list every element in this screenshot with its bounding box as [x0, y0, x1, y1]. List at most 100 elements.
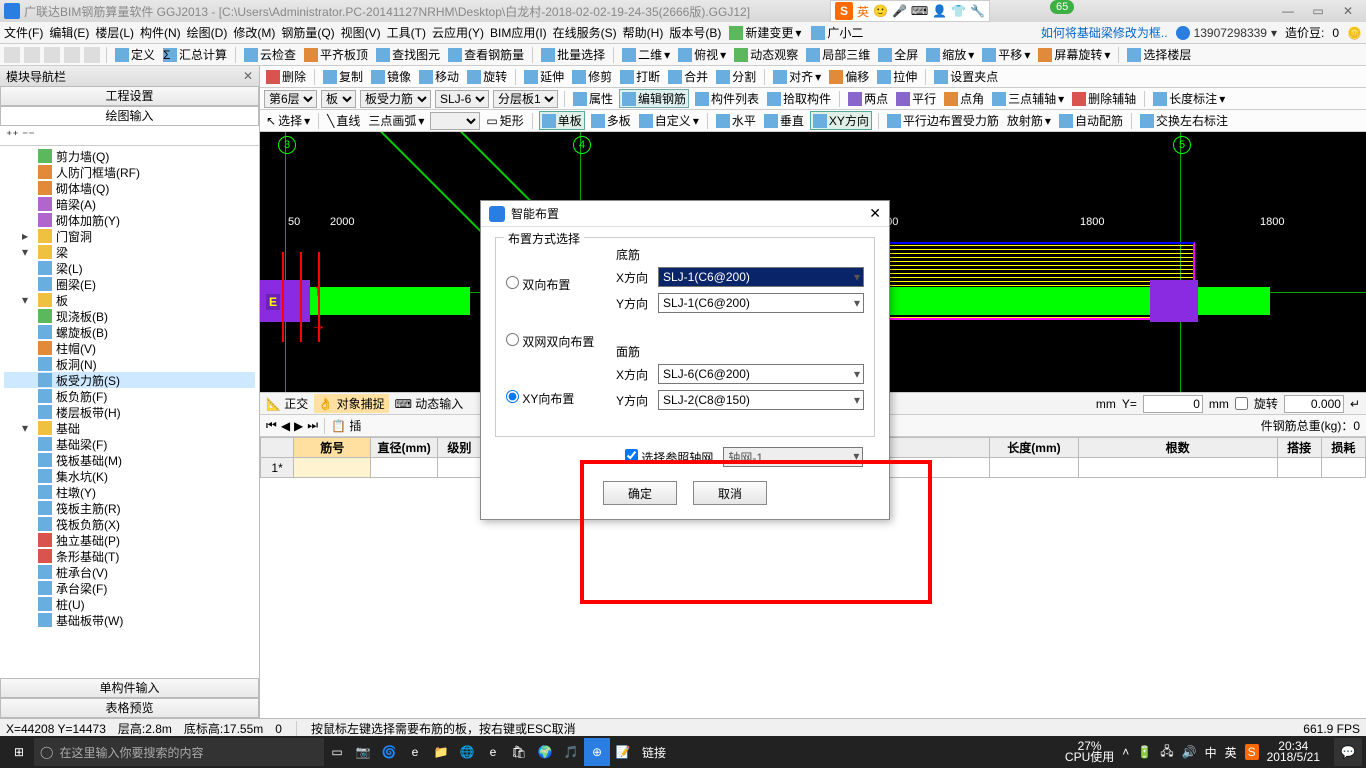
fixpoint-button[interactable]: 设置夹点 [932, 68, 1000, 85]
offset-button[interactable]: 偏移 [827, 68, 871, 85]
tree-item[interactable]: 螺旋板(B) [4, 324, 255, 340]
tree-item[interactable]: 独立基础(P) [4, 532, 255, 548]
tab-table-preview[interactable]: 表格预览 [0, 698, 259, 718]
break-button[interactable]: 打断 [618, 68, 662, 85]
nav-tree[interactable]: 剪力墙(Q)人防门框墙(RF)砌体墙(Q)暗梁(A)砌体加筋(Y) ▸门窗洞▾梁… [0, 146, 259, 678]
tree-folder[interactable]: ▾基础 [4, 420, 255, 436]
minimize-button[interactable]: — [1274, 2, 1302, 20]
ime-toolbar[interactable]: S 英 🙂 🎤 ⌨ 👤 👕 🔧 [830, 0, 990, 22]
subcategory-select[interactable]: 板受力筋 [360, 90, 431, 108]
new-change-button[interactable]: 新建变更▾ [727, 24, 803, 41]
col-length[interactable]: 长度(mm) [990, 438, 1078, 458]
horiz-button[interactable]: 水平 [714, 112, 758, 129]
menu-cloud[interactable]: 云应用(Y) [432, 24, 484, 41]
dyn-input-toggle[interactable]: ⌨ 动态输入 [395, 395, 464, 412]
expand-all-icon[interactable]: ⁺⁺ [6, 128, 19, 142]
insert-button[interactable]: 📋 插 [331, 417, 361, 434]
custom-button[interactable]: 自定义▾ [637, 112, 701, 129]
prev-icon[interactable]: ◀ [281, 419, 290, 433]
menu-file[interactable]: 文件(F) [4, 24, 43, 41]
tree-item[interactable]: 筏板主筋(R) [4, 500, 255, 516]
flat-top-button[interactable]: 平齐板顶 [302, 46, 370, 63]
draw-blank-select[interactable] [430, 112, 480, 130]
ime-skin-icon[interactable]: 👕 [951, 4, 966, 18]
tree-item[interactable]: 基础梁(F) [4, 436, 255, 452]
dim-length-button[interactable]: 长度标注▾ [1151, 90, 1227, 107]
stretch-button[interactable]: 拉伸 [875, 68, 919, 85]
taskbar-app-store[interactable]: 🛍 [506, 738, 532, 766]
nav-close-icon[interactable]: ✕ [243, 69, 253, 83]
tree-item[interactable]: 柱墩(Y) [4, 484, 255, 500]
component-list-button[interactable]: 构件列表 [693, 90, 761, 107]
rotate-value-input[interactable] [1284, 395, 1344, 413]
pan-button[interactable]: 平移▾ [980, 46, 1032, 63]
ortho-toggle[interactable]: 📐 正交 [266, 395, 308, 412]
last-icon[interactable]: ⏭ [307, 418, 318, 433]
fullscreen-button[interactable]: 全屏 [876, 46, 920, 63]
tray-notifications-icon[interactable]: 💬 [1334, 738, 1362, 766]
ime-mic-icon[interactable]: 🎤 [892, 4, 907, 18]
select-floor-button[interactable]: 选择楼层 [1125, 46, 1193, 63]
open-icon[interactable] [24, 47, 40, 63]
pick-component-button[interactable]: 拾取构件 [765, 90, 833, 107]
undo-icon[interactable] [64, 47, 80, 63]
rotate-button[interactable]: 旋转 [465, 68, 509, 85]
view-top-button[interactable]: 俯视▾ [676, 46, 728, 63]
menu-edit[interactable]: 编辑(E) [49, 24, 89, 41]
ref-grid-combo[interactable]: 轴网-1▾ [723, 447, 863, 467]
tree-folder[interactable]: ▸门窗洞 [4, 228, 255, 244]
coord-y-input[interactable] [1143, 395, 1203, 413]
point-angle-button[interactable]: 点角 [942, 90, 986, 107]
edit-rebar-button[interactable]: 编辑钢筋 [619, 89, 689, 108]
tree-item[interactable]: 板负筋(F) [4, 388, 255, 404]
taskbar-app-explorer[interactable]: 📁 [428, 738, 454, 766]
trim-button[interactable]: 修剪 [570, 68, 614, 85]
ime-user-icon[interactable]: 👤 [932, 4, 947, 18]
tray-up-icon[interactable]: ˄ [1122, 745, 1129, 759]
menu-tool[interactable]: 工具(T) [387, 24, 426, 41]
tree-item[interactable]: 基础板带(W) [4, 612, 255, 628]
tree-item[interactable]: 人防门框墙(RF) [4, 164, 255, 180]
taskbar-app-camera[interactable]: 📷 [350, 738, 376, 766]
properties-button[interactable]: 属性 [571, 90, 615, 107]
tray-volume-icon[interactable]: 🔊 [1182, 745, 1197, 759]
start-button[interactable]: ⊞ [4, 738, 34, 766]
menu-component[interactable]: 构件(N) [140, 24, 181, 41]
component-name-select[interactable]: SLJ-6 [435, 90, 489, 108]
swap-dim-button[interactable]: 交换左右标注 [1138, 112, 1230, 129]
dialog-close-button[interactable]: ✕ [869, 205, 881, 222]
opt-xy-direction[interactable]: XY向布置 [506, 390, 616, 407]
tree-item[interactable]: 圈梁(E) [4, 276, 255, 292]
expand-icon[interactable]: ▾ [22, 245, 34, 259]
tree-item[interactable]: 暗梁(A) [4, 196, 255, 212]
maximize-button[interactable]: ▭ [1304, 2, 1332, 20]
tray-sogou-icon[interactable]: S [1245, 744, 1259, 760]
edge-layout-button[interactable]: 平行边布置受力筋 [885, 112, 1001, 129]
tree-item[interactable]: 承台梁(F) [4, 580, 255, 596]
taskbar-app-globe[interactable]: 🌍 [532, 738, 558, 766]
tree-folder[interactable]: ▾梁 [4, 244, 255, 260]
top-x-combo[interactable]: SLJ-6(C6@200)▾ [658, 364, 864, 384]
tab-drawing[interactable]: 绘图输入 [0, 106, 259, 126]
tray-clock[interactable]: 20:342018/5/21 [1267, 741, 1320, 763]
cancel-button[interactable]: 取消 [693, 481, 767, 505]
tree-folder[interactable]: ▾板 [4, 292, 255, 308]
merge-button[interactable]: 合并 [666, 68, 710, 85]
ref-grid-checkbox[interactable]: 选择参照轴网 [625, 449, 713, 466]
bottom-y-combo[interactable]: SLJ-1(C6@200)▾ [658, 293, 864, 313]
tree-item[interactable]: 条形基础(T) [4, 548, 255, 564]
local-3d-button[interactable]: 局部三维 [804, 46, 872, 63]
extend-button[interactable]: 延伸 [522, 68, 566, 85]
rotate-checkbox[interactable] [1235, 397, 1248, 410]
screen-rotate-button[interactable]: 屏幕旋转▾ [1036, 46, 1112, 63]
single-plate-button[interactable]: 单板 [539, 111, 585, 130]
taskbar-app-ie2[interactable]: e [480, 738, 506, 766]
tree-item[interactable]: 梁(L) [4, 260, 255, 276]
next-icon[interactable]: ▶ [294, 419, 303, 433]
delete-button[interactable]: 删除 [264, 68, 308, 85]
col-count[interactable]: 根数 [1078, 438, 1277, 458]
batch-select-button[interactable]: 批量选择 [539, 46, 607, 63]
tab-engineering[interactable]: 工程设置 [0, 86, 259, 106]
col-dia[interactable]: 直径(mm) [371, 438, 437, 458]
ime-smile-icon[interactable]: 🙂 [873, 4, 888, 18]
